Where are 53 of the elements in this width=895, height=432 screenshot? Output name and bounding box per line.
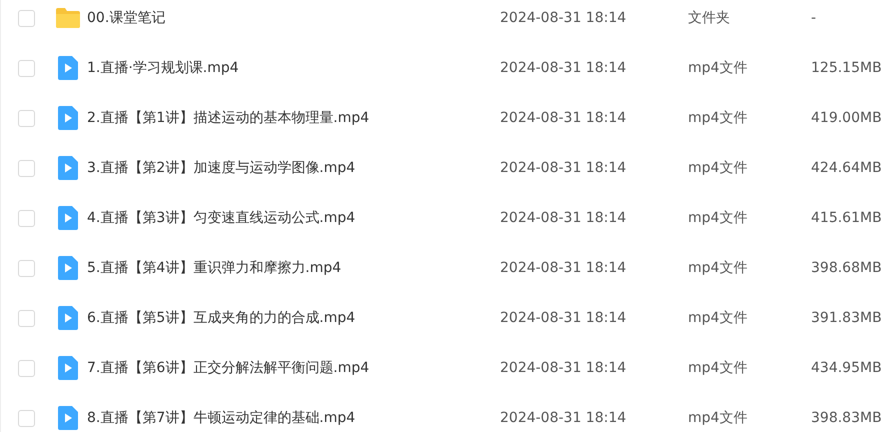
checkbox[interactable]: [18, 210, 34, 226]
file-name[interactable]: 1.直播·学习规划课.mp4: [87, 58, 500, 78]
checkbox[interactable]: [18, 110, 34, 126]
checkbox[interactable]: [18, 60, 34, 76]
file-size: 434.95MB: [811, 358, 882, 378]
file-type: mp4文件: [688, 358, 748, 378]
file-size: 424.64MB: [811, 158, 882, 178]
modified-date: 2024-08-31 18:14: [500, 408, 628, 428]
file-type: mp4文件: [688, 158, 748, 178]
file-name[interactable]: 2.直播【第1讲】描述运动的基本物理量.mp4: [87, 108, 500, 128]
file-type: mp4文件: [688, 308, 748, 328]
file-size: -: [811, 8, 816, 28]
checkbox[interactable]: [18, 10, 34, 26]
file-name[interactable]: 6.直播【第5讲】互成夹角的力的合成.mp4: [87, 308, 500, 328]
file-type: mp4文件: [688, 408, 748, 428]
file-name[interactable]: 00.课堂笔记: [87, 8, 500, 28]
modified-date: 2024-08-31 18:14: [500, 258, 628, 278]
file-type: mp4文件: [688, 208, 748, 228]
checkbox[interactable]: [18, 260, 34, 276]
modified-date: 2024-08-31 18:14: [500, 208, 628, 228]
file-name[interactable]: 7.直播【第6讲】正交分解法解平衡问题.mp4: [87, 358, 500, 378]
video-file-icon: [58, 306, 78, 330]
modified-date: 2024-08-31 18:14: [500, 158, 628, 178]
file-type: 文件夹: [688, 8, 731, 28]
file-type: mp4文件: [688, 108, 748, 128]
file-size: 125.15MB: [811, 58, 882, 78]
file-name[interactable]: 5.直播【第4讲】重识弹力和摩擦力.mp4: [87, 258, 500, 278]
modified-date: 2024-08-31 18:14: [500, 58, 628, 78]
checkbox[interactable]: [18, 410, 34, 426]
file-type: mp4文件: [688, 258, 748, 278]
file-size: 398.83MB: [811, 408, 882, 428]
checkbox[interactable]: [18, 310, 34, 326]
modified-date: 2024-08-31 18:14: [500, 358, 628, 378]
modified-date: 2024-08-31 18:14: [500, 108, 628, 128]
file-size: 419.00MB: [811, 108, 882, 128]
file-size: 415.61MB: [811, 208, 882, 228]
file-size: 391.83MB: [811, 308, 882, 328]
file-name[interactable]: 8.直播【第7讲】牛顿运动定律的基础.mp4: [87, 408, 500, 428]
file-name[interactable]: 3.直播【第2讲】加速度与运动学图像.mp4: [87, 158, 500, 178]
video-file-icon: [58, 206, 78, 230]
file-type: mp4文件: [688, 58, 748, 78]
video-file-icon: [58, 156, 78, 180]
file-size: 398.68MB: [811, 258, 882, 278]
video-file-icon: [58, 56, 78, 80]
video-file-icon: [58, 256, 78, 280]
modified-date: 2024-08-31 18:14: [500, 8, 628, 28]
modified-date: 2024-08-31 18:14: [500, 308, 628, 328]
checkbox[interactable]: [18, 160, 34, 176]
checkbox[interactable]: [18, 360, 34, 376]
video-file-icon: [58, 106, 78, 130]
folder-icon: [55, 7, 81, 29]
file-name[interactable]: 4.直播【第3讲】匀变速直线运动公式.mp4: [87, 208, 500, 228]
video-file-icon: [58, 356, 78, 380]
